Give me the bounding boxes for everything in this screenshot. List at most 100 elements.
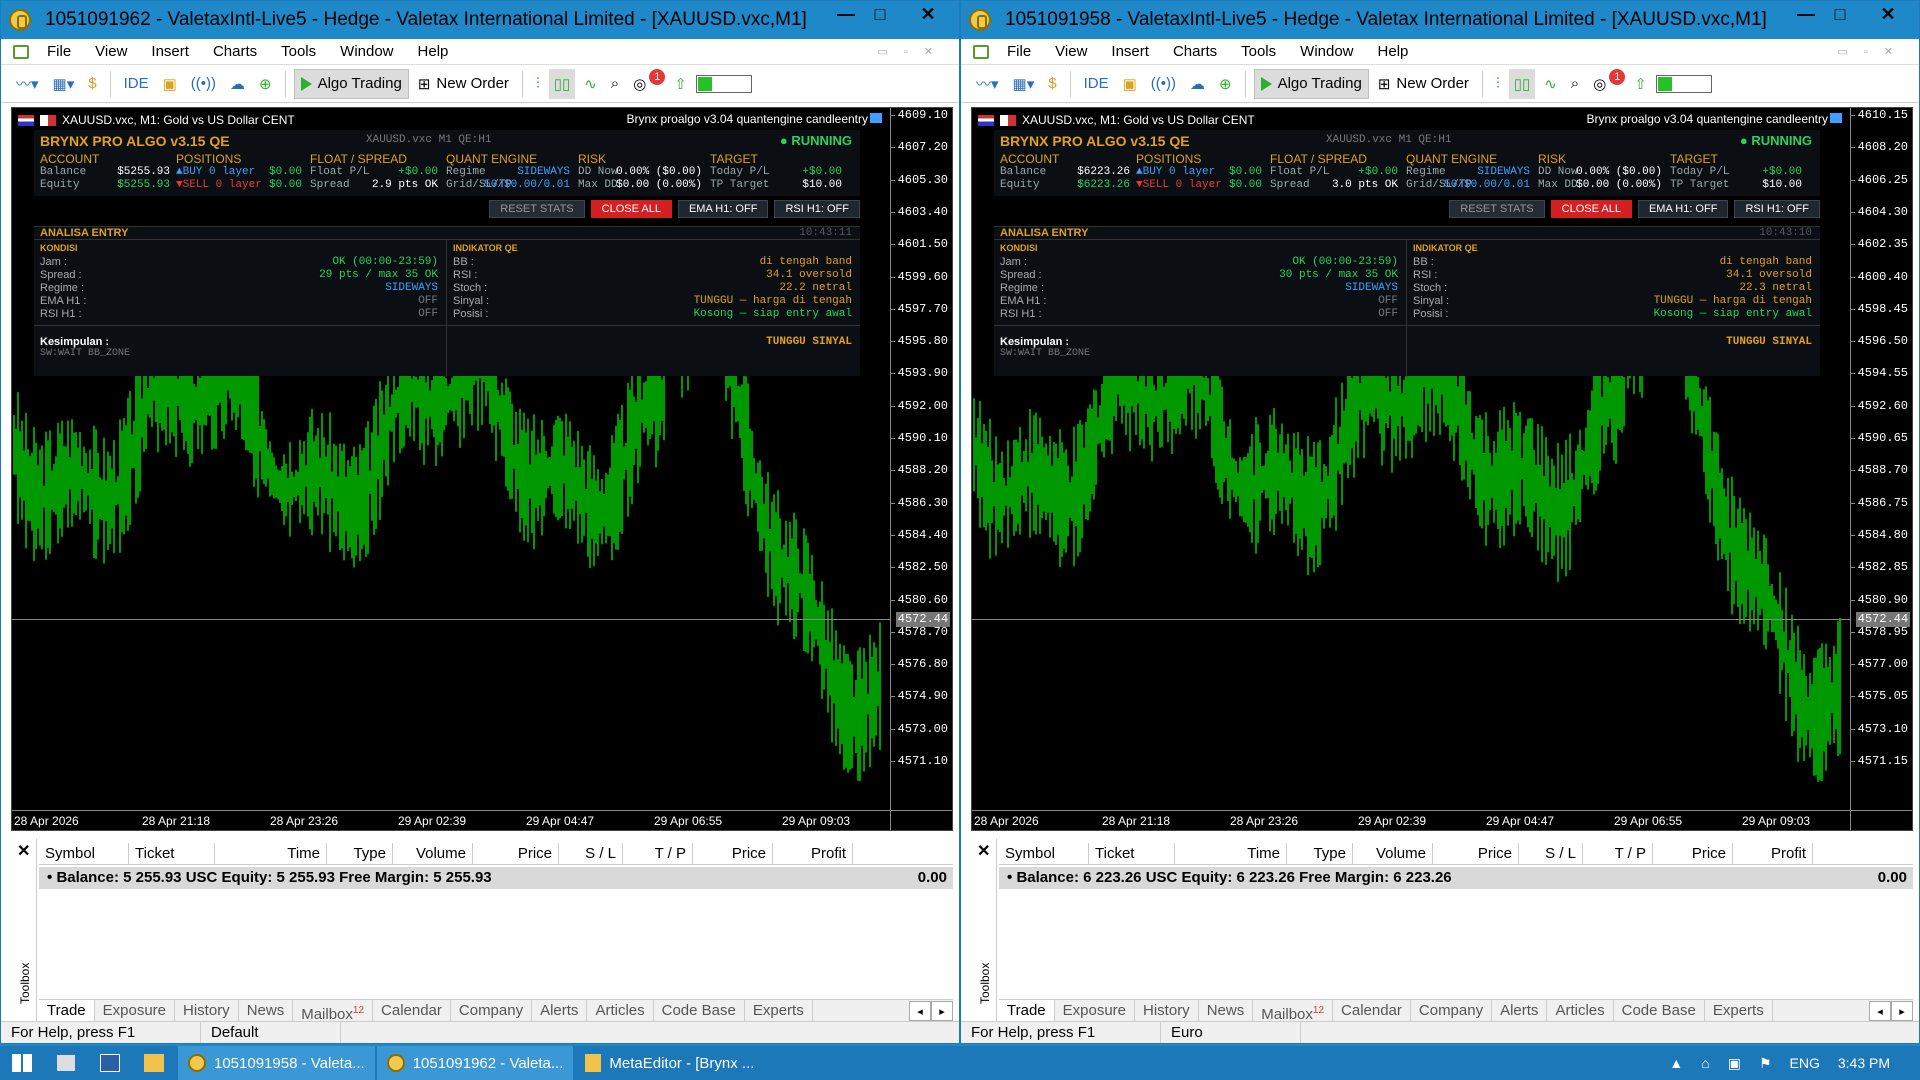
menu-view[interactable]: View — [1043, 43, 1099, 60]
menu-insert[interactable]: Insert — [1099, 43, 1161, 60]
market-bag-icon[interactable]: ▣ — [158, 69, 182, 99]
tab-calendar[interactable]: Calendar — [373, 1000, 451, 1023]
powershell-icon[interactable] — [88, 1046, 132, 1080]
column-header[interactable]: Profit — [1733, 843, 1813, 864]
ema-h1-toggle[interactable]: EMA H1: OFF — [1637, 200, 1729, 218]
reset-stats-button[interactable]: RESET STATS — [489, 200, 585, 218]
tab-news[interactable]: News — [239, 1000, 294, 1023]
notifications-icon[interactable]: ◎ — [628, 69, 651, 99]
close-all-button[interactable]: CLOSE ALL — [590, 200, 672, 218]
column-header[interactable]: Profit — [773, 843, 853, 864]
ema-h1-toggle[interactable]: EMA H1: OFF — [677, 200, 769, 218]
column-header[interactable]: Volume — [1353, 843, 1433, 864]
vps-icon[interactable]: ⊕ — [1214, 69, 1237, 99]
taskbar-item-2[interactable]: 1051091962 - Valeta... — [376, 1046, 574, 1080]
column-header[interactable]: Volume — [393, 843, 473, 864]
cloud-icon[interactable]: ☁ — [1185, 69, 1210, 99]
menu-file[interactable]: File — [35, 43, 83, 60]
column-header[interactable]: Price — [1433, 843, 1519, 864]
vps-icon[interactable]: ⊕ — [254, 69, 277, 99]
chart-area[interactable]: XAUUSD.vxc, M1: Gold vs US Dollar CENT B… — [971, 107, 1913, 831]
tab-trade[interactable]: Trade — [999, 1000, 1055, 1023]
language-indicator[interactable]: ENG — [1790, 1055, 1820, 1071]
algo-trading-button[interactable]: Algo Trading — [1253, 68, 1369, 99]
candlestick-icon[interactable]: ▯▯ — [1508, 68, 1536, 99]
column-header[interactable]: Symbol — [999, 843, 1089, 864]
balance-row[interactable]: • Balance: 6 223.26 USC Equity: 6 223.26… — [999, 867, 1913, 889]
level-icon[interactable]: ⇧ — [669, 69, 692, 99]
tab-scroll-left[interactable]: ◂ — [909, 1001, 931, 1021]
tab-exposure[interactable]: Exposure — [95, 1000, 176, 1023]
column-header[interactable]: Price — [1653, 843, 1733, 864]
column-header[interactable]: T / P — [1583, 843, 1653, 864]
algo-trading-button[interactable]: Algo Trading — [293, 68, 409, 99]
tab-mailbox[interactable]: Mailbox12 — [293, 1000, 374, 1023]
maximize-button[interactable]: □ — [863, 1, 897, 27]
tab-exposure[interactable]: Exposure — [1055, 1000, 1136, 1023]
line-chart-icon[interactable]: 〰▾ — [971, 69, 1004, 99]
balance-row[interactable]: • Balance: 5 255.93 USC Equity: 5 255.93… — [39, 867, 953, 889]
taskbar-item-3[interactable]: MetaEditor - [Brynx ... — [575, 1046, 764, 1080]
line-icon[interactable]: ∿ — [579, 69, 602, 99]
tab-mailbox[interactable]: Mailbox12 — [1253, 1000, 1334, 1023]
menu-file[interactable]: File — [995, 43, 1043, 60]
column-header[interactable]: Time — [215, 843, 327, 864]
tab-experts[interactable]: Experts — [745, 1000, 813, 1023]
tab-alerts[interactable]: Alerts — [532, 1000, 588, 1023]
dollar-icon[interactable]: $ — [1043, 69, 1061, 99]
column-header[interactable]: Ticket — [129, 843, 215, 864]
new-order-button[interactable]: ⊞ New Order — [413, 69, 514, 99]
notifications-icon[interactable]: ◎ — [1588, 69, 1611, 99]
column-header[interactable]: Time — [1175, 843, 1287, 864]
cloud-icon[interactable]: ☁ — [225, 69, 250, 99]
bar-chart-icon[interactable]: ⫶ — [1491, 69, 1505, 99]
menu-tools[interactable]: Tools — [1229, 43, 1288, 60]
candlestick-icon[interactable]: ▯▯ — [548, 68, 576, 99]
column-header[interactable]: Type — [327, 843, 393, 864]
tab-news[interactable]: News — [1199, 1000, 1254, 1023]
mdi-controls[interactable]: ▭▫✕ — [1837, 45, 1909, 58]
menu-tools[interactable]: Tools — [269, 43, 328, 60]
rsi-h1-toggle[interactable]: RSI H1: OFF — [774, 200, 860, 218]
menu-view[interactable]: View — [83, 43, 139, 60]
tab-articles[interactable]: Articles — [1547, 1000, 1614, 1023]
menu-help[interactable]: Help — [1366, 43, 1421, 60]
menu-window[interactable]: Window — [1288, 43, 1365, 60]
network-icon[interactable]: ⌂ — [1701, 1055, 1709, 1071]
window-titlebar[interactable]: 1051091962 - ValetaxIntl-Live5 - Hedge -… — [1, 1, 959, 39]
chart-menu-icon[interactable] — [973, 44, 989, 59]
start-button[interactable] — [0, 1046, 44, 1080]
minimize-button[interactable]: — — [829, 1, 863, 27]
price-axis[interactable]: 4609.10 4607.20 4605.30 4603.40 4601.50 4599.… — [889, 108, 952, 830]
column-header[interactable]: Ticket — [1089, 843, 1175, 864]
line-icon[interactable]: ∿ — [1539, 69, 1562, 99]
menu-window[interactable]: Window — [328, 43, 405, 60]
rsi-h1-toggle[interactable]: RSI H1: OFF — [1734, 200, 1820, 218]
tab-scroll-left[interactable]: ◂ — [1869, 1001, 1891, 1021]
tab-company[interactable]: Company — [1411, 1000, 1493, 1023]
search-icon[interactable]: ⌕ — [606, 69, 624, 99]
dollar-icon[interactable]: $ — [83, 69, 101, 99]
tab-code-base[interactable]: Code Base — [1614, 1000, 1705, 1023]
ide-button[interactable]: IDE — [1079, 69, 1114, 99]
close-window-button[interactable]: ✕ — [897, 1, 959, 27]
price-axis[interactable]: 4610.15 4608.20 4606.25 4604.30 4602.35 4600.… — [1849, 108, 1912, 830]
column-header[interactable]: Symbol — [39, 843, 129, 864]
line-chart-icon[interactable]: 〰▾ — [11, 69, 44, 99]
tab-trade[interactable]: Trade — [39, 1000, 95, 1023]
time-axis[interactable]: 28 Apr 2026 28 Apr 21:18 28 Apr 23:26 29 Ap… — [12, 810, 952, 830]
chart-area[interactable]: XAUUSD.vxc, M1: Gold vs US Dollar CENT B… — [11, 107, 953, 831]
window-titlebar[interactable]: 1051091958 - ValetaxIntl-Live5 - Hedge -… — [961, 1, 1919, 39]
menu-charts[interactable]: Charts — [201, 43, 269, 60]
tray-up-arrow-icon[interactable]: ▲ — [1669, 1055, 1683, 1071]
menu-charts[interactable]: Charts — [1161, 43, 1229, 60]
reset-stats-button[interactable]: RESET STATS — [1449, 200, 1545, 218]
new-order-button[interactable]: ⊞ New Order — [1373, 69, 1474, 99]
chart-template-icon[interactable]: ▦▾ — [48, 69, 80, 99]
column-header[interactable]: Price — [693, 843, 773, 864]
clock[interactable]: 3:43 PM — [1838, 1055, 1890, 1071]
maximize-button[interactable]: □ — [1823, 1, 1857, 27]
chart-menu-icon[interactable] — [13, 44, 29, 59]
signals-icon[interactable]: ((•)) — [1146, 69, 1181, 99]
mdi-controls[interactable]: ▭▫✕ — [877, 45, 949, 58]
